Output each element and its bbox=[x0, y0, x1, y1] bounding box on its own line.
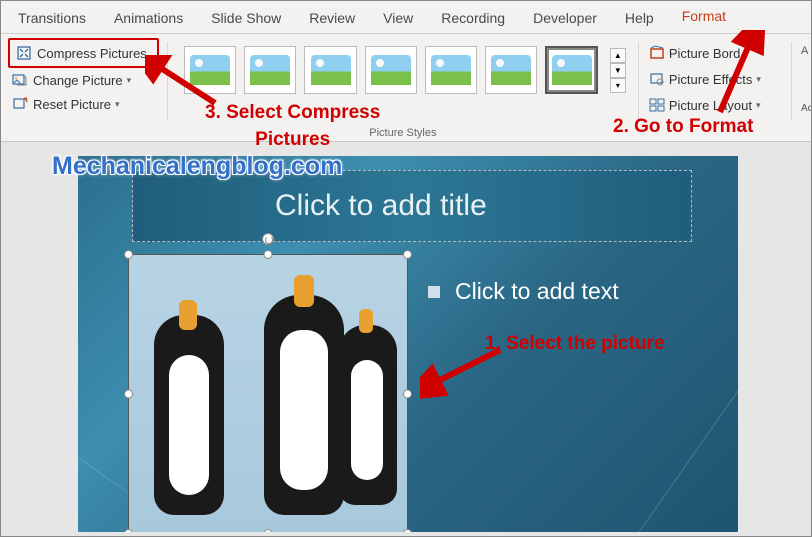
reset-picture-icon bbox=[12, 96, 28, 112]
penguin-graphic bbox=[139, 295, 239, 525]
reset-picture-label: Reset Picture bbox=[33, 97, 111, 112]
penguin-graphic bbox=[329, 305, 409, 515]
alt-text-partial[interactable]: A bbox=[800, 42, 804, 60]
tab-view[interactable]: View bbox=[369, 3, 427, 33]
resize-handle[interactable] bbox=[403, 250, 412, 259]
change-picture-icon bbox=[12, 72, 28, 88]
resize-handle[interactable] bbox=[264, 250, 273, 259]
resize-handle[interactable] bbox=[124, 250, 133, 259]
tab-format[interactable]: Format bbox=[668, 1, 740, 33]
ribbon-group-adjust: Compress Pictures Change Picture ▾ Reset… bbox=[0, 34, 167, 141]
gallery-down-button[interactable]: ▼ bbox=[610, 63, 626, 78]
tab-review[interactable]: Review bbox=[295, 3, 369, 33]
title-placeholder-text: Click to add title bbox=[275, 189, 487, 223]
tab-transitions[interactable]: Transitions bbox=[4, 3, 100, 33]
gallery-more-button[interactable]: ▾ bbox=[610, 78, 626, 93]
tab-animations[interactable]: Animations bbox=[100, 3, 197, 33]
watermark-text: Mechanicalengblog.com bbox=[52, 152, 342, 181]
picture-style-option[interactable] bbox=[425, 46, 477, 94]
slide-canvas-area: Click to add title Click to add text bbox=[0, 142, 812, 537]
picture-style-option[interactable] bbox=[244, 46, 296, 94]
rotate-handle[interactable] bbox=[262, 233, 274, 245]
picture-style-option[interactable] bbox=[304, 46, 356, 94]
bullet-icon bbox=[428, 286, 440, 298]
content-placeholder[interactable]: Click to add text bbox=[428, 278, 619, 305]
gallery-scroll: ▲ ▼ ▾ bbox=[610, 48, 626, 93]
tab-slideshow[interactable]: Slide Show bbox=[197, 3, 295, 33]
change-picture-button[interactable]: Change Picture ▾ bbox=[8, 69, 159, 91]
tab-help[interactable]: Help bbox=[611, 3, 668, 33]
resize-handle[interactable] bbox=[124, 529, 133, 532]
compress-pictures-button[interactable]: Compress Pictures bbox=[12, 42, 151, 64]
inserted-picture[interactable] bbox=[128, 254, 408, 532]
change-picture-label: Change Picture bbox=[33, 73, 123, 88]
compress-pictures-label: Compress Pictures bbox=[37, 46, 147, 61]
picture-layout-icon bbox=[649, 97, 665, 113]
chevron-down-icon: ▾ bbox=[115, 99, 120, 110]
picture-effects-icon bbox=[649, 71, 665, 87]
chevron-down-icon: ▾ bbox=[127, 75, 132, 86]
resize-handle[interactable] bbox=[124, 390, 133, 399]
annotation-highlight-compress: Compress Pictures bbox=[8, 38, 159, 68]
picture-style-option[interactable] bbox=[485, 46, 537, 94]
resize-handle[interactable] bbox=[403, 390, 412, 399]
annotation-step-1: 1. Select the picture bbox=[485, 333, 665, 355]
annotation-arrow bbox=[710, 30, 770, 120]
picture-style-option[interactable] bbox=[365, 46, 417, 94]
tab-recording[interactable]: Recording bbox=[427, 3, 519, 33]
picture-styles-gallery: ▲ ▼ ▾ bbox=[176, 38, 630, 94]
tab-developer[interactable]: Developer bbox=[519, 3, 611, 33]
resize-handle[interactable] bbox=[264, 529, 273, 532]
gallery-up-button[interactable]: ▲ bbox=[610, 48, 626, 63]
reset-picture-button[interactable]: Reset Picture ▾ bbox=[8, 93, 159, 115]
compress-icon bbox=[16, 45, 32, 61]
picture-border-icon bbox=[649, 45, 665, 61]
accessibility-partial: Acce bbox=[800, 100, 804, 117]
ribbon-tabs: Transitions Animations Slide Show Review… bbox=[0, 0, 812, 34]
picture-style-option-selected[interactable] bbox=[545, 46, 597, 94]
resize-handle[interactable] bbox=[403, 529, 412, 532]
annotation-step-2: 2. Go to Format bbox=[613, 116, 753, 138]
ribbon-right-edge: A Acce bbox=[792, 34, 812, 141]
annotation-step-3: 3. Select CompressPictures bbox=[205, 100, 380, 153]
content-placeholder-text: Click to add text bbox=[455, 278, 619, 305]
